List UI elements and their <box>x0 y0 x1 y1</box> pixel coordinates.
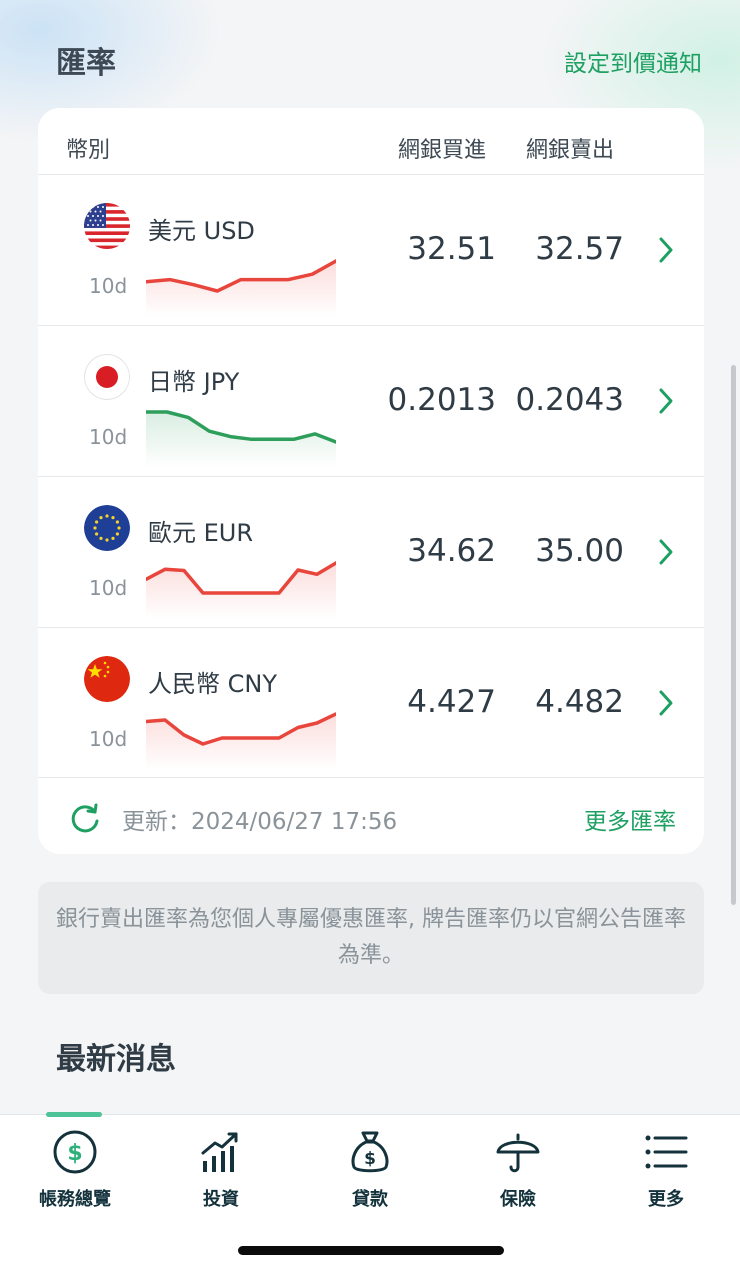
trend-period-label: 10d <box>89 274 128 298</box>
tab-label: 投資 <box>203 1189 239 1210</box>
tab-label: 貸款 <box>352 1189 388 1210</box>
rate-row-jpy[interactable]: 日幣 JPY 10d 0.2013 0.2043 <box>38 326 704 476</box>
trend-period-label: 10d <box>89 425 128 449</box>
sell-rate: 32.57 <box>535 231 624 267</box>
sell-column-header: 網銀賣出 <box>526 138 615 163</box>
more-rates-link[interactable]: 更多匯率 <box>584 802 676 836</box>
buy-column-header: 網銀買進 <box>398 138 487 163</box>
currency-name: 人民幣 CNY <box>148 670 277 698</box>
trend-period-label: 10d <box>89 727 128 751</box>
trend-area <box>146 714 336 770</box>
tab-insurance[interactable]: 保險 <box>458 1129 578 1225</box>
tab-more[interactable]: 更多 <box>606 1129 726 1225</box>
page-title: 匯率 <box>56 46 116 81</box>
cn-flag-icon <box>84 656 130 702</box>
buy-rate: 34.62 <box>407 533 496 569</box>
svg-text:$: $ <box>364 1149 376 1169</box>
trend-sparkline <box>146 259 336 317</box>
jp-flag-icon <box>84 354 130 400</box>
money-bag-icon: $ <box>351 1131 389 1173</box>
chevron-right-icon[interactable] <box>658 688 674 718</box>
trend-sparkline <box>146 712 336 770</box>
trend-sparkline <box>146 410 336 468</box>
tab-invest[interactable]: 投資 <box>161 1129 281 1225</box>
tab-label: 帳務總覽 <box>39 1189 111 1210</box>
header: 匯率 設定到價通知 <box>0 0 740 110</box>
last-update-text: 更新：2024/06/27 17:56 <box>122 809 398 835</box>
scrollbar[interactable] <box>731 365 736 905</box>
rate-notice: 銀行賣出匯率為您個人專屬優惠匯率, 牌告匯率仍以官網公告匯率為準。 <box>38 882 704 994</box>
news-section-title: 最新消息 <box>56 1042 176 1077</box>
active-tab-indicator <box>46 1112 102 1117</box>
eu-flag-icon <box>84 505 130 551</box>
menu-list-icon <box>645 1135 688 1169</box>
currency-name: 歐元 EUR <box>148 519 254 547</box>
set-price-alert-link[interactable]: 設定到價通知 <box>564 44 702 78</box>
buy-rate: 32.51 <box>407 231 496 267</box>
tab-accounts-overview[interactable]: $ 帳務總覽 <box>15 1129 135 1225</box>
umbrella-icon <box>496 1133 540 1173</box>
tab-label: 保險 <box>500 1189 536 1210</box>
update-row: 更新：2024/06/27 17:56 更多匯率 <box>38 778 704 854</box>
refresh-icon[interactable] <box>68 802 102 836</box>
currency-column-header: 幣別 <box>66 138 111 163</box>
sell-rate: 35.00 <box>535 533 624 569</box>
trend-sparkline <box>146 561 336 619</box>
svg-text:$: $ <box>67 1141 82 1166</box>
home-indicator <box>238 1246 504 1255</box>
rate-row-usd[interactable]: 美元 USD 10d 32.51 32.57 <box>38 175 704 325</box>
trend-area <box>146 412 336 468</box>
sell-rate: 4.482 <box>535 684 624 720</box>
currency-name: 日幣 JPY <box>148 368 240 396</box>
trend-area <box>146 261 336 317</box>
chevron-right-icon[interactable] <box>658 537 674 567</box>
chevron-right-icon[interactable] <box>658 235 674 265</box>
rate-row-eur[interactable]: 歐元 EUR 10d 34.62 35.00 <box>38 477 704 627</box>
us-flag-icon <box>84 203 130 249</box>
tab-label: 更多 <box>648 1189 684 1210</box>
currency-name: 美元 USD <box>148 217 255 245</box>
buy-rate: 0.2013 <box>387 382 496 418</box>
tab-loan[interactable]: $ 貸款 <box>310 1129 430 1225</box>
buy-rate: 4.427 <box>407 684 496 720</box>
rate-row-cny[interactable]: 人民幣 CNY 10d 4.427 4.482 <box>38 628 704 778</box>
chart-up-icon <box>201 1132 238 1172</box>
trend-period-label: 10d <box>89 576 128 600</box>
exchange-rate-card: 幣別 網銀買進 網銀賣出 美元 USD 10d 32.51 32.57 日幣 J… <box>38 108 704 854</box>
chevron-right-icon[interactable] <box>658 386 674 416</box>
dollar-circle-icon: $ <box>53 1130 97 1174</box>
sell-rate: 0.2043 <box>515 382 624 418</box>
